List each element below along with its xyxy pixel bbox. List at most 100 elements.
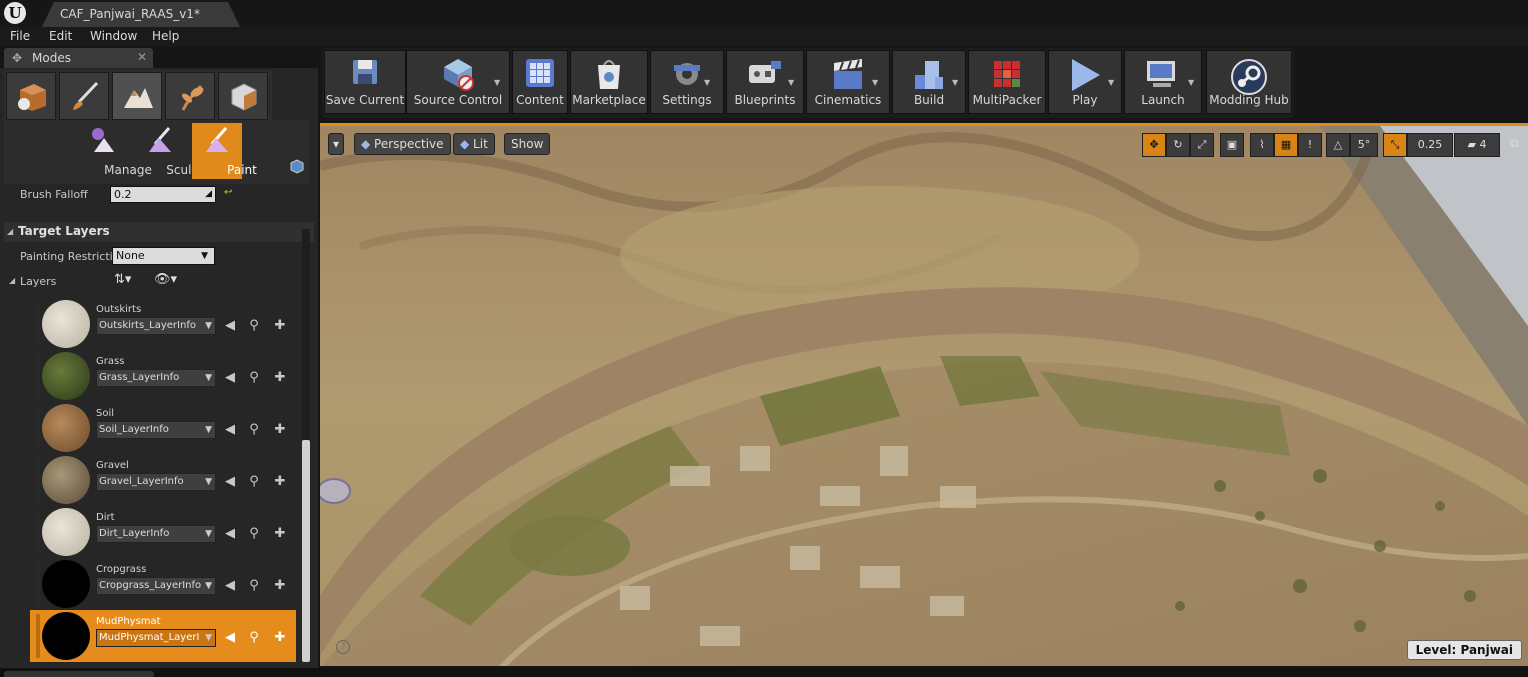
grid-snap-icon[interactable]: ▦ [1274, 133, 1298, 157]
sculpt-tool-button[interactable]: Sculpt [135, 123, 204, 179]
lit-button[interactable]: ◆ Lit [453, 133, 495, 155]
content-button[interactable]: Content [512, 50, 568, 114]
drag-handle[interactable] [36, 562, 40, 606]
camera-speed-button[interactable]: ▰ 4 [1454, 133, 1500, 157]
drag-handle[interactable] [36, 614, 40, 658]
grid-size-icon[interactable]: ! [1298, 133, 1322, 157]
cinematics-dropdown-icon[interactable]: ▼ [872, 78, 878, 87]
world-local-icon[interactable]: ▣ [1220, 133, 1244, 157]
add-icon[interactable]: ✚ [272, 526, 288, 541]
maximize-viewport-icon[interactable]: ⧉ [1510, 136, 1519, 151]
layer-row-cropgrass[interactable]: Cropgrass Cropgrass_LayerInfo ▼ ◀ ⚲ ✚ [30, 558, 296, 610]
browse-icon[interactable]: ⚲ [246, 630, 262, 645]
modding-hub-button[interactable]: Modding Hub [1206, 50, 1292, 114]
rotate-tool-icon[interactable]: ↻ [1166, 133, 1190, 157]
layers-scrollbar[interactable] [302, 440, 310, 662]
use-asset-icon[interactable]: ◀ [222, 474, 238, 489]
menu-help[interactable]: Help [152, 29, 179, 43]
drag-handle[interactable] [36, 458, 40, 502]
scale-tool-icon[interactable]: ⤢ [1190, 133, 1214, 157]
layer-info-select[interactable]: Outskirts_LayerInfo ▼ [96, 317, 216, 335]
reset-icon[interactable]: ↩ [224, 187, 232, 198]
modes-tab[interactable]: ✥ Modes ✕ [4, 48, 153, 68]
multipacker-button[interactable]: MultiPacker [968, 50, 1046, 114]
play-dropdown-icon[interactable]: ▼ [1108, 78, 1114, 87]
cube-settings-icon[interactable] [289, 158, 305, 174]
build-dropdown-icon[interactable]: ▼ [952, 78, 958, 87]
source-control-dropdown-icon[interactable]: ▼ [494, 78, 500, 87]
build-label: Build [913, 93, 945, 107]
use-asset-icon[interactable]: ◀ [222, 526, 238, 541]
menu-window[interactable]: Window [90, 29, 137, 43]
menu-file[interactable]: File [10, 29, 30, 43]
layers-collapse-icon[interactable]: ◢ [9, 276, 15, 285]
browse-icon[interactable]: ⚲ [246, 318, 262, 333]
chevron-down-icon: ▼ [205, 321, 212, 331]
layer-row-dirt[interactable]: Dirt Dirt_LayerInfo ▼ ◀ ⚲ ✚ [30, 506, 296, 558]
level-viewport[interactable]: ▾ ◆ Perspective ◆ Lit Show ✥ ↻ ⤢ ▣ ⌇ ▦ !… [320, 123, 1528, 666]
landscape-mode-button[interactable] [112, 72, 162, 120]
browse-icon[interactable]: ⚲ [246, 370, 262, 385]
add-icon[interactable]: ✚ [272, 474, 288, 489]
browse-icon[interactable]: ⚲ [246, 578, 262, 593]
drag-handle[interactable] [36, 302, 40, 346]
translate-tool-icon[interactable]: ✥ [1142, 133, 1166, 157]
layer-row-mudphysmat[interactable]: MudPhysmat MudPhysmat_LayerI ▼ ◀ ⚲ ✚ [30, 610, 296, 662]
terrain-view[interactable] [320, 126, 1528, 666]
paint-tool-button[interactable]: Paint [192, 123, 257, 179]
layer-row-gravel[interactable]: Gravel Gravel_LayerInfo ▼ ◀ ⚲ ✚ [30, 454, 296, 506]
layer-info-select[interactable]: Cropgrass_LayerInfo ▼ [96, 577, 216, 595]
settings-dropdown-icon[interactable]: ▼ [704, 78, 710, 87]
settings-button[interactable]: Settings [650, 50, 724, 114]
surface-snap-icon[interactable]: ⌇ [1250, 133, 1274, 157]
bottom-tab[interactable] [4, 671, 154, 677]
launch-dropdown-icon[interactable]: ▼ [1188, 78, 1194, 87]
help-icon[interactable]: ? [336, 640, 350, 654]
blueprints-dropdown-icon[interactable]: ▼ [788, 78, 794, 87]
layer-row-grass[interactable]: Grass Grass_LayerInfo ▼ ◀ ⚲ ✚ [30, 350, 296, 402]
menu-edit[interactable]: Edit [49, 29, 72, 43]
rotation-snap-icon[interactable]: △ [1326, 133, 1350, 157]
use-asset-icon[interactable]: ◀ [222, 630, 238, 645]
layer-info-select[interactable]: Gravel_LayerInfo ▼ [96, 473, 216, 491]
layer-info-select[interactable]: Dirt_LayerInfo ▼ [96, 525, 216, 543]
scale-snap-icon[interactable]: ⤡ [1383, 133, 1407, 157]
browse-icon[interactable]: ⚲ [246, 422, 262, 437]
add-icon[interactable]: ✚ [272, 318, 288, 333]
foliage-mode-button[interactable] [165, 72, 215, 120]
layer-info-value: Grass_LayerInfo [99, 372, 180, 383]
add-icon[interactable]: ✚ [272, 578, 288, 593]
scale-snap-value[interactable]: 0.25 [1407, 133, 1453, 157]
save-current-button[interactable]: Save Current [324, 50, 406, 114]
rotation-snap-value[interactable]: 5° [1350, 133, 1378, 157]
viewport-options-button[interactable]: ▾ [328, 133, 345, 155]
brush-falloff-input[interactable]: 0.2 ◢ [110, 186, 216, 203]
drag-handle[interactable] [36, 406, 40, 450]
perspective-button[interactable]: ◆ Perspective [354, 133, 451, 155]
browse-icon[interactable]: ⚲ [246, 474, 262, 489]
close-icon[interactable]: ✕ [137, 50, 147, 64]
layer-row-soil[interactable]: Soil Soil_LayerInfo ▼ ◀ ⚲ ✚ [30, 402, 296, 454]
drag-handle[interactable] [36, 354, 40, 398]
layer-info-select[interactable]: Grass_LayerInfo ▼ [96, 369, 216, 387]
use-asset-icon[interactable]: ◀ [222, 422, 238, 437]
drag-handle[interactable] [36, 510, 40, 554]
use-asset-icon[interactable]: ◀ [222, 370, 238, 385]
layer-info-select[interactable]: Soil_LayerInfo ▼ [96, 421, 216, 439]
add-icon[interactable]: ✚ [272, 630, 288, 645]
perspective-icon: ◆ [361, 137, 375, 151]
use-asset-icon[interactable]: ◀ [222, 318, 238, 333]
place-mode-button[interactable] [6, 72, 56, 120]
use-asset-icon[interactable]: ◀ [222, 578, 238, 593]
add-icon[interactable]: ✚ [272, 370, 288, 385]
paint-mode-button[interactable] [59, 72, 109, 120]
document-tab[interactable]: CAF_Panjwai_RAAS_v1* [42, 2, 240, 27]
geometry-mode-button[interactable] [218, 72, 268, 120]
browse-icon[interactable]: ⚲ [246, 526, 262, 541]
manage-tool-button[interactable]: Manage [78, 123, 152, 179]
marketplace-button[interactable]: Marketplace [570, 50, 648, 114]
layer-info-select[interactable]: MudPhysmat_LayerI ▼ [96, 629, 216, 647]
layer-row-outskirts[interactable]: Outskirts Outskirts_LayerInfo ▼ ◀ ⚲ ✚ [30, 298, 296, 350]
show-button[interactable]: Show [504, 133, 551, 155]
add-icon[interactable]: ✚ [272, 422, 288, 437]
